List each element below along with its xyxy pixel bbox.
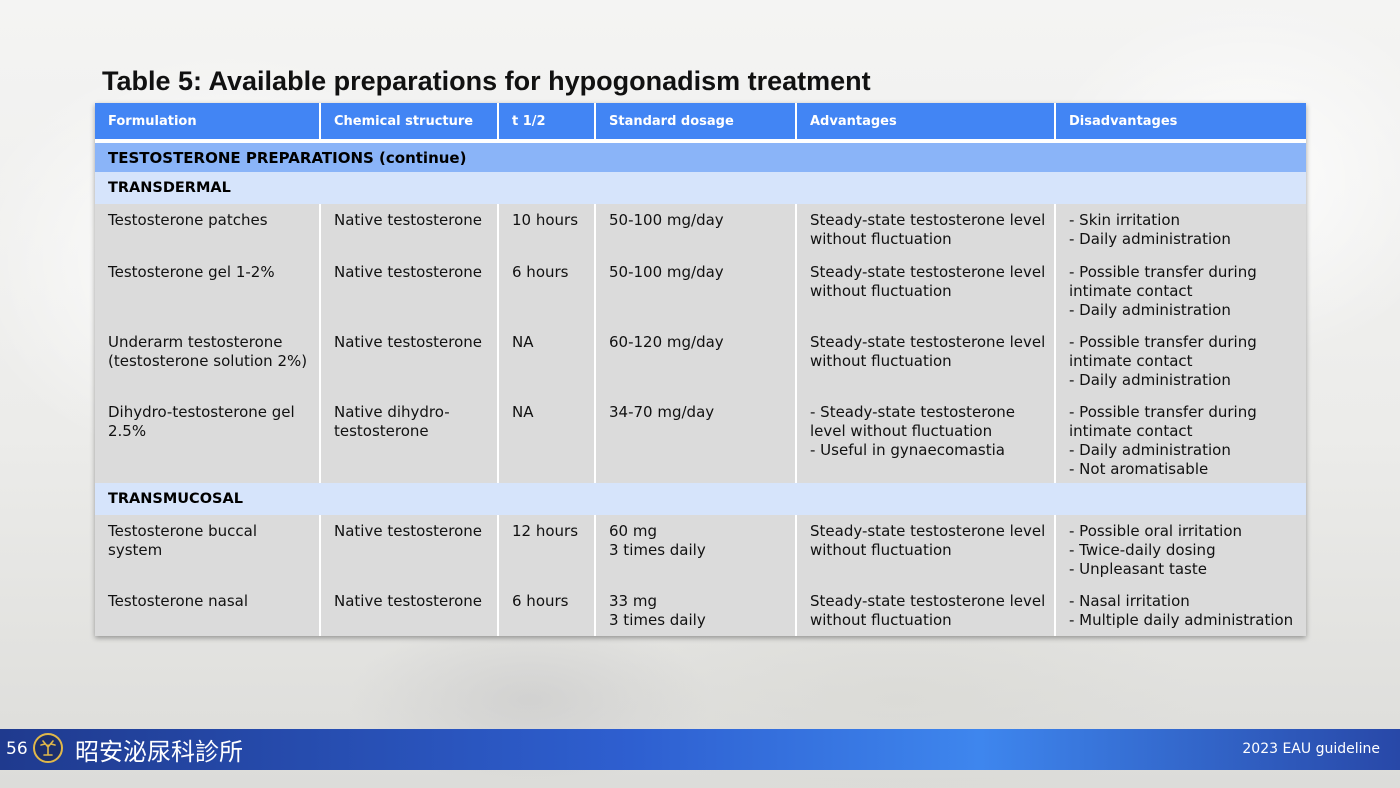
cell-half-life: 10 hours (498, 204, 596, 256)
table-row: Testosterone gel 1-2% Native testosteron… (95, 256, 1306, 326)
cell-disadvantages: - Possible transfer during intimate cont… (1055, 396, 1306, 483)
cell-standard-dosage: 33 mg 3 times daily (595, 585, 797, 636)
guideline-label: 2023 EAU guideline (1242, 741, 1380, 757)
header-advantages: Advantages (796, 103, 1056, 143)
cell-standard-dosage: 50-100 mg/day (595, 204, 797, 256)
group-title-transmucosal: TRANSMUCOSAL (95, 483, 1306, 515)
footer-bar: 56 昭安泌尿科診所 2023 EAU guideline (0, 729, 1400, 770)
page-number: 56 (6, 739, 28, 759)
cell-formulation: Testosterone buccal system (95, 515, 321, 585)
clinic-logo-icon (33, 733, 63, 763)
cell-advantages: Steady-state testosterone level without … (796, 515, 1056, 585)
header-disadvantages: Disadvantages (1055, 103, 1306, 143)
cell-formulation: Testosterone patches (95, 204, 321, 256)
cell-half-life: NA (498, 326, 596, 396)
group-row: TRANSMUCOSAL (95, 483, 1306, 515)
cell-half-life: 6 hours (498, 256, 596, 326)
cell-half-life: 6 hours (498, 585, 596, 636)
cell-half-life: NA (498, 396, 596, 483)
cell-standard-dosage: 50-100 mg/day (595, 256, 797, 326)
cell-chemical-structure: Native testosterone (320, 326, 499, 396)
table-row: Testosterone nasal Native testosterone 6… (95, 585, 1306, 636)
cell-advantages: Steady-state testosterone level without … (796, 204, 1056, 256)
table-row: Testosterone buccal system Native testos… (95, 515, 1306, 585)
cell-formulation: Testosterone gel 1-2% (95, 256, 321, 326)
cell-advantages: Steady-state testosterone level without … (796, 256, 1056, 326)
cell-advantages: - Steady-state testosterone level withou… (796, 396, 1056, 483)
cell-chemical-structure: Native testosterone (320, 515, 499, 585)
cell-standard-dosage: 34-70 mg/day (595, 396, 797, 483)
table-header-row: Formulation Chemical structure t 1/2 Sta… (95, 103, 1306, 143)
group-row: TRANSDERMAL (95, 172, 1306, 204)
cell-disadvantages: - Possible transfer during intimate cont… (1055, 326, 1306, 396)
cell-advantages: Steady-state testosterone level without … (796, 326, 1056, 396)
cell-advantages: Steady-state testosterone level without … (796, 585, 1056, 636)
group-title-transdermal: TRANSDERMAL (95, 172, 1306, 204)
section-row: TESTOSTERONE PREPARATIONS (continue) (95, 141, 1306, 172)
cell-standard-dosage: 60 mg 3 times daily (595, 515, 797, 585)
header-standard-dosage: Standard dosage (595, 103, 797, 143)
header-formulation: Formulation (95, 103, 321, 143)
clinic-name: 昭安泌尿科診所 (75, 738, 243, 766)
preparations-table: Formulation Chemical structure t 1/2 Sta… (95, 103, 1306, 636)
section-title: TESTOSTERONE PREPARATIONS (continue) (95, 141, 1306, 172)
table-row: Underarm testosterone (testosterone solu… (95, 326, 1306, 396)
cell-chemical-structure: Native dihydro- testosterone (320, 396, 499, 483)
header-chemical-structure: Chemical structure (320, 103, 499, 143)
cell-disadvantages: - Skin irritation - Daily administration (1055, 204, 1306, 256)
table-row: Dihydro-testosterone gel 2.5% Native dih… (95, 396, 1306, 483)
header-half-life: t 1/2 (498, 103, 596, 143)
cell-chemical-structure: Native testosterone (320, 585, 499, 636)
cell-formulation: Dihydro-testosterone gel 2.5% (95, 396, 321, 483)
cell-disadvantages: - Possible oral irritation - Twice-daily… (1055, 515, 1306, 585)
page-title: Table 5: Available preparations for hypo… (102, 66, 871, 96)
cell-formulation: Testosterone nasal (95, 585, 321, 636)
cell-chemical-structure: Native testosterone (320, 204, 499, 256)
cell-chemical-structure: Native testosterone (320, 256, 499, 326)
cell-disadvantages: - Nasal irritation - Multiple daily admi… (1055, 585, 1306, 636)
cell-half-life: 12 hours (498, 515, 596, 585)
cell-standard-dosage: 60-120 mg/day (595, 326, 797, 396)
cell-disadvantages: - Possible transfer during intimate cont… (1055, 256, 1306, 326)
table-row: Testosterone patches Native testosterone… (95, 204, 1306, 256)
cell-formulation: Underarm testosterone (testosterone solu… (95, 326, 321, 396)
